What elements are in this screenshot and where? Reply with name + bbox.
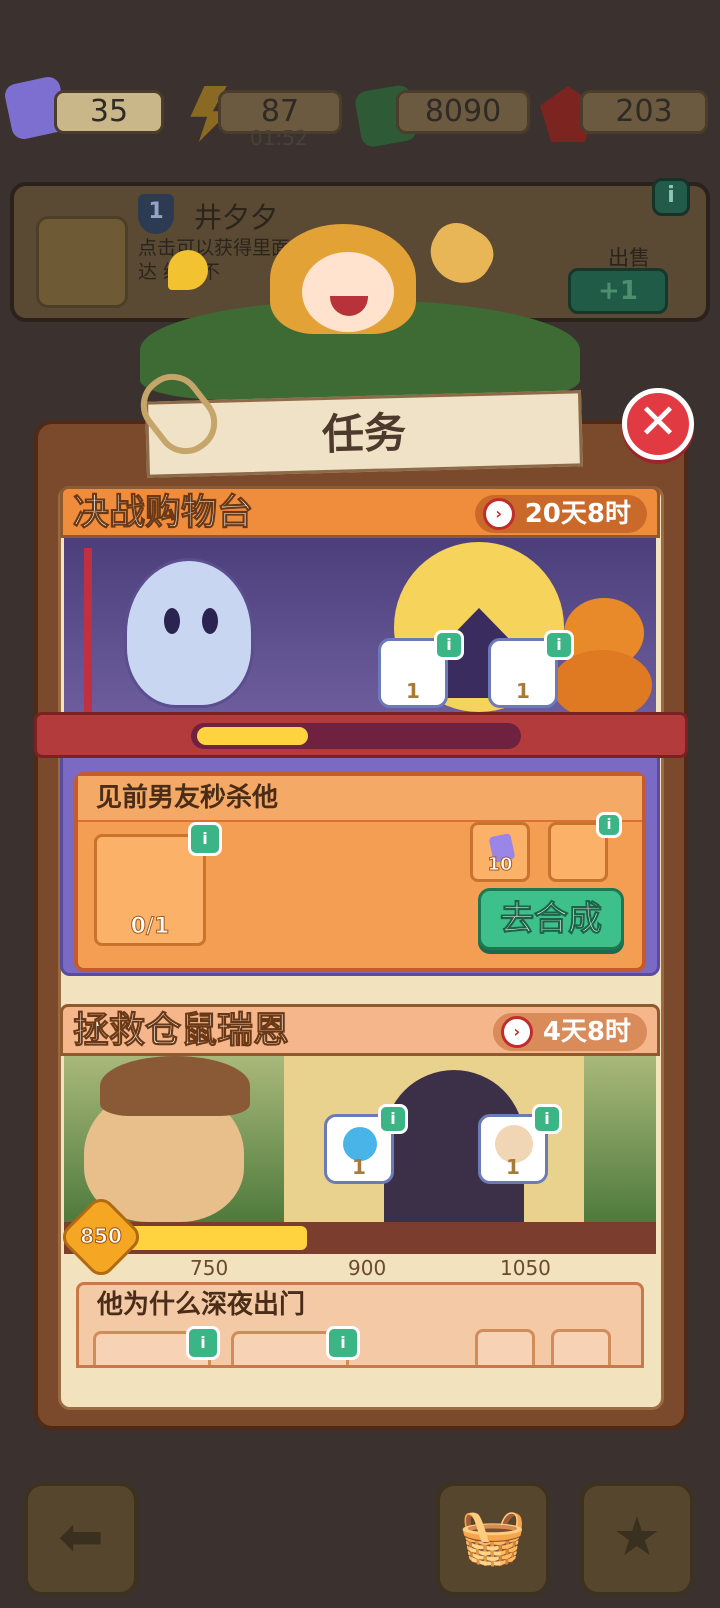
item-name: 井夕夕 [194, 201, 279, 234]
reward-count: 1 [506, 1155, 520, 1179]
info-icon[interactable]: i [532, 1104, 562, 1134]
milestone-label: 900 [348, 1256, 387, 1280]
info-icon[interactable]: i [652, 178, 690, 216]
time-left: 4天8时 [542, 1017, 631, 1047]
gem-count[interactable]: 203 [580, 90, 708, 134]
item-slot [36, 216, 128, 308]
merge-button[interactable]: 去合成 [478, 888, 624, 950]
reward-slot[interactable] [551, 1329, 611, 1365]
clipboard-button[interactable]: ★ [580, 1482, 694, 1596]
quest-progress-shelf [34, 712, 688, 758]
clipboard-star-icon: ★ [612, 1505, 662, 1568]
task-header: 见前男友秒杀他 [78, 776, 642, 822]
quest-name: 拯救仓鼠瑞恩 [72, 1010, 290, 1052]
info-icon[interactable]: i [544, 630, 574, 660]
cost-slot [475, 1329, 535, 1365]
quest-timer: › 4天8时 [492, 1013, 647, 1051]
info-icon[interactable]: i [596, 812, 622, 838]
clock-icon: › [500, 1016, 533, 1048]
current-score: 850 [80, 1224, 123, 1249]
quest-timer: › 20天8时 [474, 495, 647, 533]
time-left: 20天8时 [524, 499, 631, 529]
task-panel: 他为什么深夜出门 [76, 1282, 644, 1368]
info-icon[interactable]: i [378, 1104, 408, 1134]
milestone-progress-fill [124, 1226, 307, 1250]
reward-count: 1 [516, 679, 530, 703]
ghost-icon [124, 558, 254, 708]
milestone-label: 750 [190, 1256, 229, 1280]
basket-icon: 🧺 [459, 1505, 527, 1568]
info-icon[interactable]: i [434, 630, 464, 660]
energy-timer: 01:52 [250, 126, 308, 150]
quest-header: 拯救仓鼠瑞恩 › 4天8时 [60, 1004, 660, 1056]
cost-slot: 10 [470, 822, 530, 882]
quest-progress-fill [197, 727, 308, 745]
info-icon[interactable]: i [186, 1326, 220, 1360]
quest-name: 决战购物台 [72, 492, 254, 534]
milestone-label: 1050 [500, 1256, 551, 1280]
cash-count[interactable]: 8090 [396, 90, 530, 134]
trident-icon [84, 548, 92, 716]
task-panel: 见前男友秒杀他 0/1 i 10 i 去合成 [74, 772, 646, 972]
quest-scene [64, 538, 656, 716]
quest-progress-bar [191, 723, 521, 749]
close-button[interactable]: ✕ [622, 388, 694, 460]
level-shield-icon: 1 [138, 194, 174, 234]
explorer-hat-icon [100, 1056, 250, 1116]
bird-icon [168, 250, 208, 290]
quest-header: 决战购物台 › 20天8时 [60, 486, 660, 538]
arrow-left-icon: ⬅ [58, 1505, 104, 1568]
info-icon[interactable]: i [326, 1326, 360, 1360]
reward-count: 1 [406, 679, 420, 703]
ghost-eyes [164, 608, 180, 634]
info-icon[interactable]: i [188, 822, 222, 856]
cost-amount: 10 [487, 854, 513, 876]
sell-amount: +1 [598, 276, 638, 306]
sell-button[interactable]: +1 [568, 268, 668, 314]
hero-face [302, 252, 394, 332]
back-button[interactable]: ⬅ [24, 1482, 138, 1596]
ticket-count[interactable]: 35 [54, 90, 164, 134]
clock-icon: › [482, 498, 515, 530]
reward-count: 1 [352, 1155, 366, 1179]
slot-progress: 0/1 [130, 914, 170, 940]
milestone-progress-bar [64, 1222, 656, 1254]
basket-button[interactable]: 🧺 [436, 1482, 550, 1596]
task-title: 他为什么深夜出门 [97, 1290, 306, 1320]
task-title: 见前男友秒杀他 [96, 783, 279, 813]
